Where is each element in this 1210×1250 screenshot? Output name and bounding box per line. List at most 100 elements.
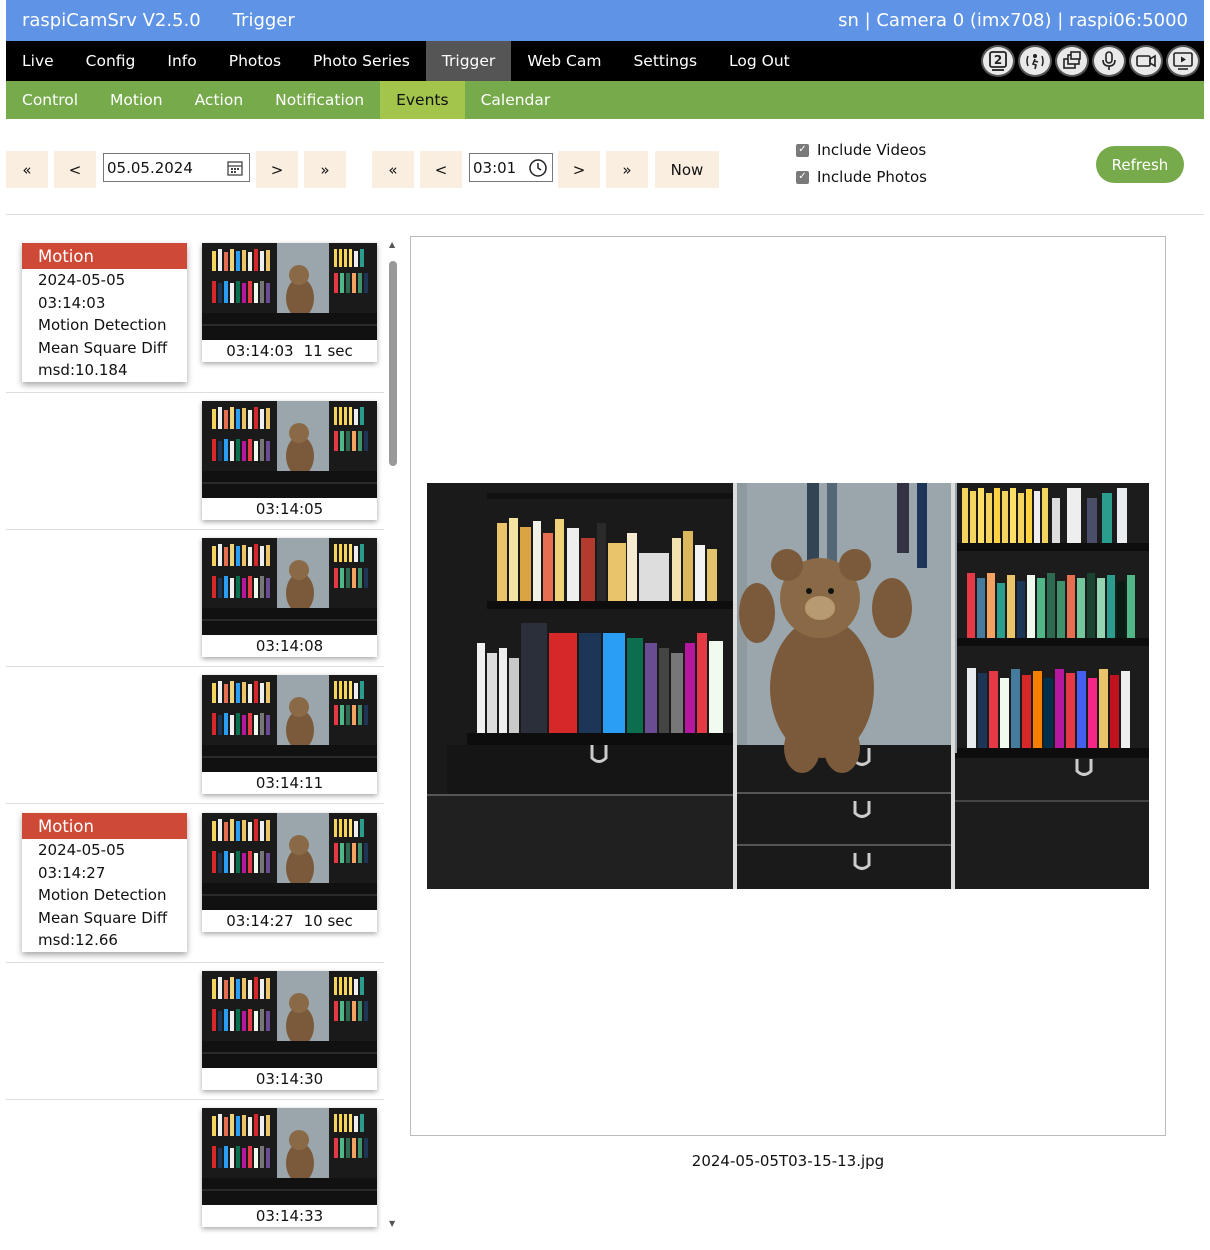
- event-algorithm: Mean Square Diff: [38, 908, 168, 927]
- camera-status: sn | Camera 0 (imx708) | raspi06:5000: [838, 10, 1188, 31]
- subnav-calendar[interactable]: Calendar: [465, 81, 567, 119]
- thumbnail-image: [202, 243, 377, 340]
- time-next-button[interactable]: >: [558, 151, 600, 188]
- date-value: 05.05.2024: [107, 158, 193, 177]
- thumbnail-time: 03:14:33: [255, 1207, 324, 1225]
- refresh-button[interactable]: Refresh: [1096, 146, 1184, 183]
- event-row: 03:14:30: [6, 963, 384, 1100]
- event-thumbnail[interactable]: 03:14:27 10 sec: [202, 813, 377, 932]
- preview-filename: 2024-05-05T03-15-13.jpg: [691, 1152, 885, 1170]
- thumbnail-duration: 10 sec: [303, 912, 353, 930]
- camera-2-icon[interactable]: 2: [981, 45, 1015, 77]
- nav-info[interactable]: Info: [151, 41, 212, 81]
- microphone-icon[interactable]: [1092, 45, 1126, 77]
- preview-image[interactable]: [427, 483, 1149, 889]
- thumbnail-image: [202, 1108, 377, 1205]
- nav-photos[interactable]: Photos: [213, 41, 297, 81]
- video-camera-icon[interactable]: [1129, 45, 1163, 77]
- event-list: Motion 2024-05-05 03:14:03 Motion Detect…: [6, 233, 384, 1236]
- time-first-button[interactable]: «: [372, 151, 414, 188]
- sub-nav: Control Motion Action Notification Event…: [6, 81, 1204, 119]
- app-window: raspiCamSrv V2.5.0 Trigger sn | Camera 0…: [6, 0, 1204, 215]
- event-filter-controls: « < 05.05.2024 > » « < 03:01 > » Now ✓ I…: [6, 119, 1204, 215]
- include-photos-checkbox[interactable]: ✓: [796, 170, 809, 184]
- event-thumbnail[interactable]: 03:14:30: [202, 971, 377, 1090]
- thumbnail-caption: 03:14:33: [202, 1205, 377, 1227]
- event-list-scrollbar[interactable]: ▲ ▼: [386, 240, 400, 1228]
- event-card[interactable]: Motion 2024-05-05 03:14:03 Motion Detect…: [22, 243, 187, 382]
- nav-trigger[interactable]: Trigger: [425, 41, 512, 81]
- thumbnail-image: [202, 675, 377, 772]
- event-card[interactable]: Motion 2024-05-05 03:14:27 Motion Detect…: [22, 813, 187, 952]
- event-row: 03:14:33: [6, 1100, 384, 1236]
- time-prev-button[interactable]: <: [420, 151, 462, 188]
- date-next-button[interactable]: >: [256, 151, 298, 188]
- now-button[interactable]: Now: [655, 151, 719, 188]
- thumbnail-caption: 03:14:03 11 sec: [202, 340, 377, 362]
- thumbnail-time: 03:14:03: [226, 342, 294, 360]
- include-videos-option[interactable]: ✓ Include Videos: [796, 141, 926, 159]
- thumbnail-time: 03:14:08: [255, 637, 324, 655]
- event-date: 2024-05-05: [38, 271, 126, 290]
- thumbnail-caption: 03:14:05: [202, 498, 377, 520]
- subnav-events[interactable]: Events: [380, 81, 465, 119]
- nav-photo-series[interactable]: Photo Series: [297, 41, 426, 81]
- include-videos-checkbox[interactable]: ✓: [796, 143, 809, 157]
- event-row: 03:14:05: [6, 393, 384, 530]
- event-value: msd:10.184: [38, 361, 128, 380]
- date-last-button[interactable]: »: [304, 151, 346, 188]
- motion-icon[interactable]: [1018, 45, 1052, 77]
- thumbnail-image: [202, 813, 377, 910]
- event-time: 03:14:03: [38, 293, 106, 312]
- event-algorithm: Mean Square Diff: [38, 338, 168, 357]
- thumbnail-time: 03:14:30: [255, 1070, 324, 1088]
- subnav-motion[interactable]: Motion: [94, 81, 179, 119]
- event-row: 03:14:11: [6, 667, 384, 804]
- page-title: Trigger: [232, 10, 295, 31]
- clock-icon: [529, 159, 547, 177]
- time-last-button[interactable]: »: [606, 151, 648, 188]
- nav-web-cam[interactable]: Web Cam: [511, 41, 617, 81]
- svg-text:2: 2: [994, 53, 1002, 67]
- nav-log-out[interactable]: Log Out: [713, 41, 806, 81]
- event-row: 03:14:08: [6, 530, 384, 667]
- event-thumbnail[interactable]: 03:14:08: [202, 538, 377, 657]
- thumbnail-image: [202, 401, 377, 498]
- thumbnail-image: [202, 971, 377, 1068]
- event-row: Motion 2024-05-05 03:14:27 Motion Detect…: [6, 804, 384, 963]
- event-thumbnail[interactable]: 03:14:11: [202, 675, 377, 794]
- date-prev-button[interactable]: <: [54, 151, 96, 188]
- scroll-thumb[interactable]: [389, 261, 397, 466]
- nav-config[interactable]: Config: [70, 41, 152, 81]
- event-thumbnail[interactable]: 03:14:33: [202, 1108, 377, 1227]
- include-videos-label: Include Videos: [817, 141, 927, 159]
- event-value: msd:12.66: [38, 931, 118, 950]
- time-input[interactable]: 03:01: [469, 153, 553, 182]
- photo-preview: [410, 236, 1166, 1136]
- thumbnail-time: 03:14:27: [226, 912, 294, 930]
- event-thumbnail[interactable]: 03:14:03 11 sec: [202, 243, 377, 362]
- event-method: Motion Detection: [38, 886, 167, 905]
- thumbnail-duration: 11 sec: [303, 342, 353, 360]
- include-photos-label: Include Photos: [817, 168, 927, 186]
- event-thumbnail[interactable]: 03:14:05: [202, 401, 377, 520]
- windows-icon[interactable]: [1055, 45, 1089, 77]
- include-photos-option[interactable]: ✓ Include Photos: [796, 168, 927, 186]
- subnav-control[interactable]: Control: [6, 81, 94, 119]
- subnav-action[interactable]: Action: [179, 81, 260, 119]
- date-first-button[interactable]: «: [6, 151, 48, 188]
- event-time: 03:14:27: [38, 863, 106, 882]
- nav-live[interactable]: Live: [6, 41, 70, 81]
- scroll-down-icon[interactable]: ▼: [389, 1219, 395, 1228]
- title-bar: raspiCamSrv V2.5.0 Trigger sn | Camera 0…: [6, 0, 1204, 41]
- thumbnail-time: 03:14:11: [255, 774, 324, 792]
- scroll-up-icon[interactable]: ▲: [389, 240, 395, 249]
- play-screen-icon[interactable]: [1166, 45, 1200, 77]
- date-input[interactable]: 05.05.2024: [103, 153, 250, 182]
- event-method: Motion Detection: [38, 316, 167, 335]
- event-row: Motion 2024-05-05 03:14:03 Motion Detect…: [6, 233, 384, 393]
- thumbnail-time: 03:14:05: [255, 500, 324, 518]
- nav-settings[interactable]: Settings: [617, 41, 713, 81]
- subnav-notification[interactable]: Notification: [259, 81, 380, 119]
- app-title: raspiCamSrv V2.5.0: [22, 10, 201, 31]
